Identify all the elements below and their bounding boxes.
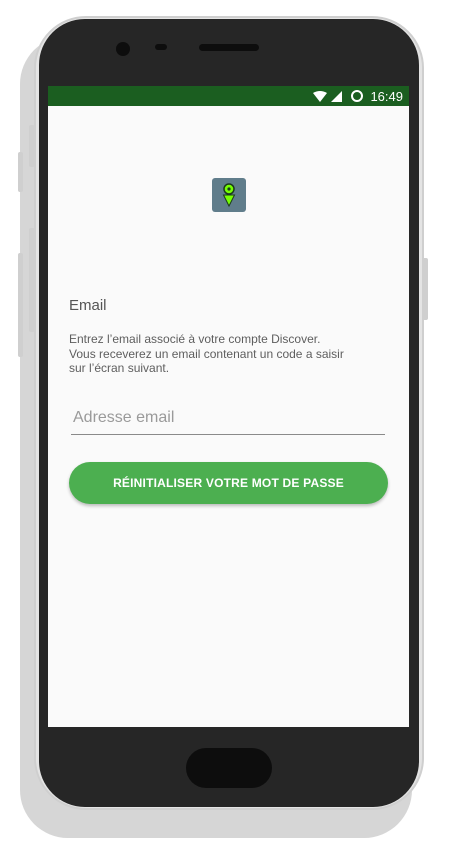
signal-icon [331, 90, 343, 102]
email-heading: Email [69, 297, 107, 314]
proximity-sensor [155, 44, 167, 50]
instructions-text: Entrez l’email associé à votre compte Di… [69, 332, 369, 376]
power-button [422, 258, 428, 320]
email-input[interactable] [71, 404, 389, 432]
status-bar: 16:49 [48, 86, 409, 106]
reset-password-button[interactable]: RÉINITIALISER VOTRE MOT DE PASSE [69, 462, 388, 504]
instructions-line: Entrez l’email associé à votre compte Di… [69, 332, 321, 346]
instructions-line: Vous receverez un email contenant un cod… [69, 346, 344, 361]
email-field-container [71, 404, 389, 435]
wifi-icon [313, 90, 328, 102]
map-pin-icon [212, 178, 246, 212]
sync-icon [351, 90, 364, 102]
status-time: 16:49 [370, 88, 403, 104]
earpiece-speaker [199, 44, 259, 51]
side-button [18, 152, 23, 192]
screen: 16:49 Email Entrez l’email associé à vot… [48, 86, 409, 727]
side-button [18, 253, 23, 357]
front-camera [116, 42, 130, 56]
home-button[interactable] [186, 748, 272, 788]
instructions-line: sur l’écran suivant. [69, 361, 170, 375]
side-button [29, 125, 35, 167]
side-button [29, 228, 35, 332]
